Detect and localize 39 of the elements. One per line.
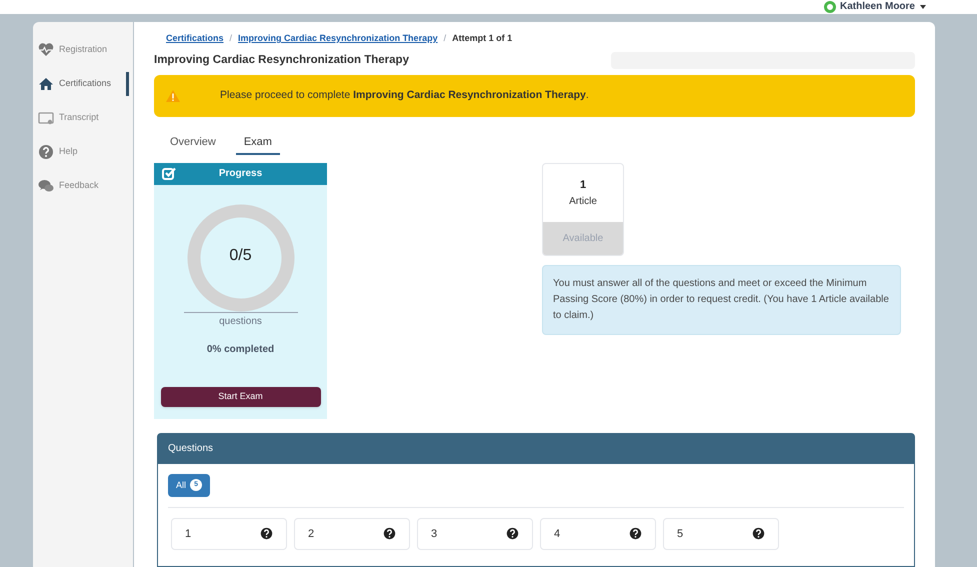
- help-icon: [260, 527, 273, 540]
- home-icon: [37, 76, 55, 92]
- heart-icon: [37, 42, 55, 58]
- help-icon: [752, 527, 765, 540]
- help-icon: [629, 527, 642, 540]
- chat-bubbles-icon: [37, 178, 55, 194]
- breadcrumb-separator: /: [444, 32, 446, 45]
- availability-status: Available: [543, 222, 623, 255]
- start-exam-button[interactable]: Start Exam: [160, 386, 320, 407]
- certificate-icon: [37, 110, 55, 126]
- question-button[interactable]: 3: [417, 518, 533, 550]
- alert-message: Please proceed to complete Improving Cardiac Resynchronization Therapy.: [220, 88, 589, 103]
- sidebar-item[interactable]: Certifications: [33, 72, 129, 96]
- breadcrumb-separator: /: [230, 32, 232, 45]
- breadcrumb-link[interactable]: Certifications: [166, 32, 224, 46]
- progress-count: 0/5: [229, 246, 252, 266]
- page-title: Improving Cardiac Resynchronization Therapy: [154, 52, 409, 68]
- question-button[interactable]: 4: [540, 518, 656, 550]
- question-button[interactable]: 5: [663, 518, 779, 550]
- breadcrumb-current: Attempt 1 of 1: [452, 32, 512, 45]
- breadcrumb-link[interactable]: Improving Cardiac Resynchronization Therapy: [238, 32, 438, 46]
- help-icon: [506, 527, 519, 540]
- tab[interactable]: Exam: [236, 130, 280, 155]
- questions-label: questions: [219, 314, 262, 329]
- help-icon: [383, 527, 396, 540]
- tab[interactable]: Overview: [162, 130, 224, 155]
- checkbox-icon: [162, 167, 176, 180]
- warning-icon: [166, 90, 180, 102]
- questions-title: Questions: [168, 442, 214, 456]
- info-message: You must answer all of the questions and meet or exceed the Minimum Passing Score (80%) in order to request credit. (You have 1 Article available to claim.): [553, 276, 890, 323]
- user-name[interactable]: Kathleen Moore: [840, 2, 915, 12]
- caret-icon[interactable]: [919, 4, 927, 10]
- question-button[interactable]: 2: [294, 518, 410, 550]
- article-label: Article: [569, 194, 597, 209]
- article-count: 1: [580, 178, 586, 194]
- help-icon: [37, 144, 55, 160]
- question-button[interactable]: 1: [171, 518, 287, 550]
- progress-title: Progress: [218, 167, 264, 182]
- percent-completed: 0% completed: [206, 342, 274, 357]
